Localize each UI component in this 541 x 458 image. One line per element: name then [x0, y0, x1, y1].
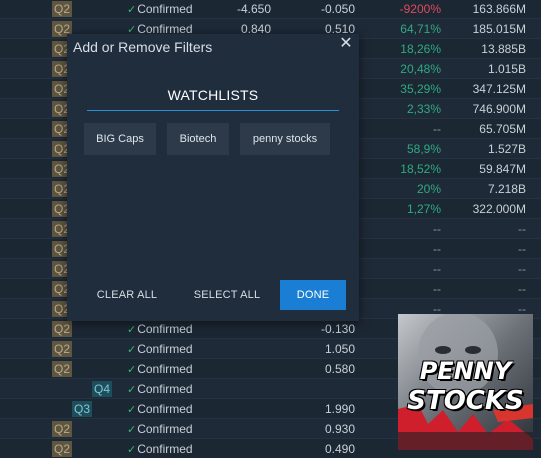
surprise-percent-cell: -- [433, 222, 441, 236]
check-icon: ✓ [127, 4, 137, 16]
quarter-badge: Q4 [92, 381, 113, 397]
market-cap-cell: 59.847M [479, 162, 526, 176]
quarter-badge: Q2 [52, 341, 73, 357]
market-cap-cell: 185.015M [472, 22, 526, 36]
status-cell: ✓Confirmed [127, 399, 193, 419]
market-cap-cell: 347.125M [472, 82, 526, 96]
eps-estimate-cell: 1.050 [324, 342, 355, 356]
market-cap-cell: 163.866M [472, 2, 526, 16]
surprise-percent-cell: -- [433, 262, 441, 276]
check-icon: ✓ [127, 424, 137, 436]
check-icon: ✓ [127, 404, 137, 416]
eps-estimate-cell: 0.930 [324, 422, 355, 436]
market-cap-cell: 1.527B [487, 142, 526, 156]
surprise-percent-cell: 18,26% [400, 42, 441, 56]
quarter-badge: Q3 [72, 401, 93, 417]
eps-actual-cell: -4.650 [236, 2, 271, 16]
filters-dialog: Add or Remove Filters ✕ WATCHLISTS BIG C… [67, 34, 359, 321]
dialog-title: Add or Remove Filters [73, 39, 213, 55]
thumbnail-title-line1: PENNY [419, 357, 512, 385]
check-icon: ✓ [127, 444, 137, 456]
thumbnail-title-line2: STOCKS [407, 386, 524, 416]
status-cell: ✓Confirmed [127, 439, 193, 458]
eps-estimate-cell: -0.130 [320, 322, 355, 336]
status-text: Confirmed [137, 342, 193, 356]
watchlist-chip-penny-stocks[interactable]: penny stocks [240, 123, 330, 155]
status-text: Confirmed [137, 362, 193, 376]
market-cap-cell: 7.218B [487, 182, 526, 196]
eps-estimate-cell: 1.990 [324, 402, 355, 416]
status-cell: ✓Confirmed [127, 0, 193, 19]
status-text: Confirmed [137, 322, 193, 336]
status-text: Confirmed [137, 2, 193, 16]
market-cap-cell: -- [518, 282, 526, 296]
quarter-badge: Q2 [52, 1, 73, 17]
quarter-badge: Q2 [52, 441, 73, 457]
thumbnail-title: PENNY STOCKS [398, 356, 533, 416]
status-text: Confirmed [137, 442, 193, 456]
surprise-percent-cell: -- [433, 122, 441, 136]
surprise-percent-cell: 20,48% [400, 62, 441, 76]
surprise-percent-cell: 18,52% [400, 162, 441, 176]
watchlist-chip-biotech[interactable]: Biotech [167, 123, 229, 155]
market-cap-cell: 322.000M [472, 202, 526, 216]
status-cell: ✓Confirmed [127, 319, 193, 339]
surprise-percent-cell: -9200% [399, 2, 441, 16]
market-cap-cell: -- [518, 242, 526, 256]
eps-estimate-cell: 0.580 [324, 362, 355, 376]
watchlists-heading-underline [87, 110, 339, 111]
market-cap-cell: 1.015B [487, 62, 526, 76]
market-cap-cell: -- [518, 262, 526, 276]
surprise-percent-cell: 20% [416, 182, 441, 196]
market-cap-cell: 746.900M [472, 102, 526, 116]
surprise-percent-cell: -- [433, 242, 441, 256]
status-cell: ✓Confirmed [127, 379, 193, 399]
status-text: Confirmed [137, 402, 193, 416]
surprise-percent-cell: -- [433, 282, 441, 296]
surprise-percent-cell: 1,27% [406, 202, 441, 216]
quarter-badge: Q2 [52, 421, 73, 437]
market-cap-cell: 13.885B [481, 42, 526, 56]
check-icon: ✓ [127, 324, 137, 336]
clear-all-button[interactable]: CLEAR ALL [91, 280, 163, 310]
penny-stocks-thumbnail[interactable]: PENNY STOCKS [398, 314, 533, 450]
quarter-badge: Q2 [52, 361, 73, 377]
check-icon: ✓ [127, 384, 137, 396]
surprise-percent-cell: 58,9% [406, 142, 441, 156]
surprise-percent-cell: 2,33% [406, 102, 441, 116]
watchlists-heading: WATCHLISTS [167, 87, 259, 103]
table-row[interactable]: Q2 ✓Confirmed -4.650 -0.050 -9200% 163.866M [0, 0, 541, 19]
market-cap-cell: -- [518, 222, 526, 236]
quarter-badge: Q2 [52, 321, 73, 337]
close-icon[interactable]: ✕ [339, 35, 353, 53]
surprise-percent-cell: 35,29% [400, 82, 441, 96]
select-all-button[interactable]: SELECT ALL [187, 280, 267, 310]
done-button[interactable]: DONE [280, 280, 346, 310]
check-icon: ✓ [127, 344, 137, 356]
watchlist-chip-big-caps[interactable]: BIG Caps [84, 123, 156, 155]
eps-estimate-cell: 0.490 [324, 442, 355, 456]
check-icon: ✓ [127, 364, 137, 376]
status-text: Confirmed [137, 382, 193, 396]
status-text: Confirmed [137, 422, 193, 436]
status-cell: ✓Confirmed [127, 419, 193, 439]
status-cell: ✓Confirmed [127, 339, 193, 359]
eps-estimate-cell: -0.050 [320, 2, 355, 16]
status-cell: ✓Confirmed [127, 359, 193, 379]
market-cap-cell: 65.705M [479, 122, 526, 136]
surprise-percent-cell: 64,71% [400, 22, 441, 36]
